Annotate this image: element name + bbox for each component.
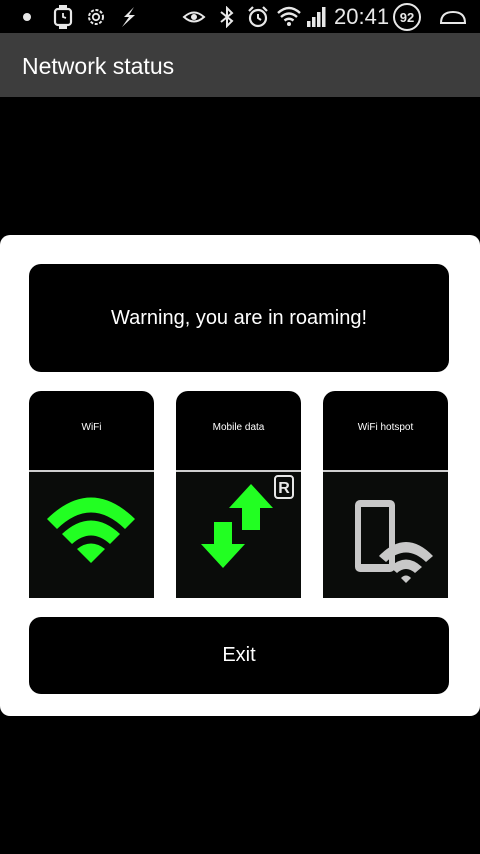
clock-time: 20:41 [334, 4, 390, 29]
wifi-hotspot-tile[interactable]: WiFi hotspot [323, 391, 448, 598]
warning-text: Warning, you are in roaming! [110, 306, 368, 329]
wifi-tile-body [29, 472, 154, 598]
action-bar: Network status [0, 33, 480, 97]
mobile-data-tile-body: R [176, 472, 301, 598]
wifi-hotspot-tile-label: WiFi hotspot [357, 421, 414, 433]
mobile-data-tile-header: Mobile data [176, 391, 301, 470]
wifi-hotspot-tile-body [323, 472, 448, 598]
battery-level: 92 [399, 9, 415, 25]
roaming-badge-text: R [278, 480, 290, 497]
warning-banner: Warning, you are in roaming! [29, 264, 449, 372]
home-outline-icon[interactable] [438, 0, 468, 33]
settings-gear-icon [84, 0, 108, 33]
mobile-data-tile[interactable]: Mobile data R [176, 391, 301, 598]
battery-icon: 92 [393, 3, 421, 31]
notification-dot-icon [19, 0, 35, 33]
exit-button-label: Exit [222, 644, 256, 666]
wifi-tile[interactable]: WiFi [29, 391, 154, 598]
exit-button[interactable]: Exit [29, 617, 449, 694]
wifi-signal-icon [277, 0, 301, 33]
wifi-tile-label: WiFi [81, 421, 102, 433]
mobile-data-tile-label: Mobile data [212, 421, 265, 433]
screen: 20:41 92 Network status Warning, you are… [0, 0, 480, 854]
roaming-dialog: Warning, you are in roaming! WiFi Mobile… [0, 235, 480, 716]
alarm-clock-icon [245, 0, 271, 33]
flash-icon [116, 0, 140, 33]
roaming-badge: R [274, 475, 294, 499]
bluetooth-icon [216, 0, 238, 33]
page-title: Network status [22, 53, 175, 79]
wifi-hotspot-tile-header: WiFi hotspot [323, 391, 448, 470]
eye-icon [181, 0, 207, 33]
wifi-tile-header: WiFi [29, 391, 154, 470]
cellular-signal-icon [305, 0, 329, 33]
status-bar: 20:41 92 [0, 0, 480, 33]
phone-hotspot-icon [355, 500, 433, 583]
smartwatch-icon [51, 0, 75, 33]
wifi-icon [47, 497, 135, 563]
